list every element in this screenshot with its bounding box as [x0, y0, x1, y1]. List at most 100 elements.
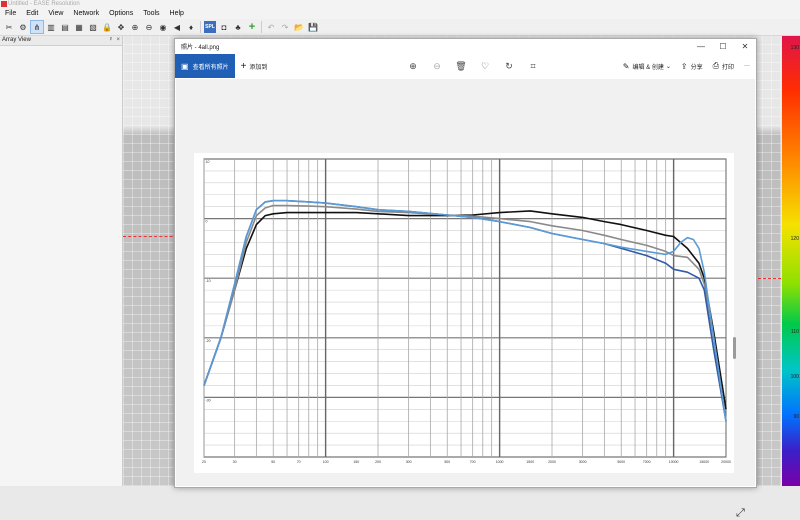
photo-content-area: 20 30 50 70 100 150 200 300 500 700 1000 1500 2000 30… [176, 79, 755, 519]
menu-bar: File Edit View Network Options Tools Hel… [0, 9, 800, 19]
menu-edit[interactable]: Edit [21, 9, 43, 19]
array-view-icon[interactable]: ⋔ [30, 20, 44, 34]
x-tick-label: 1500 [526, 460, 534, 464]
x-tick-label: 15000 [699, 460, 709, 464]
move-icon[interactable]: ✥ [115, 21, 127, 33]
toolbar-divider [261, 21, 262, 33]
add-to-label: 添加到 [249, 64, 268, 71]
close-button[interactable]: ✕ [734, 39, 756, 54]
x-tick-label: 500 [444, 460, 450, 464]
frequency-response-image: 20 30 50 70 100 150 200 300 500 700 1000 1500 2000 30… [194, 153, 734, 473]
y-tick-label: 10 [206, 160, 210, 164]
more-button[interactable]: ··· [744, 63, 750, 69]
x-tick-label: 2000 [548, 460, 556, 464]
zoom-in-icon[interactable]: ⊕ [129, 21, 141, 33]
edit-icon: ✎ [622, 61, 630, 71]
window-controls: — ☐ ✕ [690, 39, 756, 54]
speaker-icon[interactable]: ◀ [171, 21, 183, 33]
menu-help[interactable]: Help [165, 9, 189, 19]
x-tick-label: 700 [470, 460, 476, 464]
scrollbar-thumb[interactable] [733, 337, 736, 359]
delete-icon[interactable]: 🗑 [449, 61, 473, 72]
save-icon[interactable]: 💾 [307, 21, 319, 33]
speakers-icon[interactable]: ♣ [232, 21, 244, 33]
zoom-out-icon[interactable]: ⊖ [143, 21, 155, 33]
undo-icon[interactable]: ↶ [265, 21, 277, 33]
redo-icon[interactable]: ↷ [279, 21, 291, 33]
share-label: 分享 [690, 64, 703, 71]
see-all-photos-button[interactable]: ▣ 查看所有照片 [175, 54, 235, 78]
x-tick-label: 10000 [669, 460, 679, 464]
array-view-header: Array View ᵖ × [0, 36, 122, 46]
arrange-icon[interactable]: ⚙ [17, 21, 29, 33]
add-to-button[interactable]: + 添加到 [241, 61, 268, 72]
photos-right-tools: ✎ 编辑 & 创建 ⌄ ⇪ 分享 ⎙ 打印 ··· [613, 54, 750, 78]
x-tick-label: 200 [375, 460, 381, 464]
close-icon[interactable]: × [116, 36, 120, 45]
x-tick-label: 5000 [617, 460, 625, 464]
expand-icon[interactable]: ⤢ [736, 507, 745, 520]
minimize-button[interactable]: — [690, 39, 712, 54]
menu-view[interactable]: View [43, 9, 68, 19]
photos-toolbar: ▣ 查看所有照片 + 添加到 ⊕ ⊖ 🗑 ♡ ↻ ⌗ ✎ 编辑 & 创建 ⌄ ⇪… [175, 54, 756, 78]
maximize-button[interactable]: ☐ [712, 39, 734, 54]
chart-alt-icon[interactable]: ▤ [59, 21, 71, 33]
add-icon[interactable]: + [246, 21, 258, 33]
color-scale-label: 110 [791, 328, 799, 335]
main-toolbar: ✂ ⚙ ⋔ ▥ ▤ ▦ ▧ 🔒 ✥ ⊕ ⊖ ◉ ◀ ♦ SPL ◘ ♣ + ↶ … [0, 19, 800, 36]
edit-create-button[interactable]: ✎ 编辑 & 创建 ⌄ [623, 62, 671, 71]
menu-file[interactable]: File [0, 9, 21, 19]
x-tick-label: 30 [233, 460, 237, 464]
chevron-down-icon: ⌄ [665, 63, 671, 70]
see-all-photos-label: 查看所有照片 [192, 64, 229, 71]
print-button[interactable]: ⎙ 打印 [713, 61, 734, 71]
color-scale-label: 120 [790, 236, 799, 243]
microphone-icon[interactable]: ♦ [185, 21, 197, 33]
x-tick-label: 70 [297, 460, 301, 464]
heart-icon[interactable]: ♡ [473, 61, 497, 72]
frequency-response-chart: 20 30 50 70 100 150 200 300 500 700 1000 1500 2000 30… [202, 158, 731, 464]
toolbar-divider [200, 21, 201, 33]
x-tick-label: 3000 [579, 460, 587, 464]
x-tick-label: 1000 [496, 460, 504, 464]
menu-options[interactable]: Options [104, 9, 138, 19]
photos-tools: ⊕ ⊖ 🗑 ♡ ↻ ⌗ [401, 54, 545, 78]
photos-window: 照片 - 4all.png — ☐ ✕ ▣ 查看所有照片 + 添加到 ⊕ ⊖ 🗑… [174, 38, 757, 519]
y-tick-label: -20 [206, 339, 211, 343]
chart-bars-icon[interactable]: ▦ [73, 21, 85, 33]
app-logo-icon [1, 1, 7, 7]
open-file-icon[interactable]: 📂 [293, 21, 305, 33]
array-view-title: Array View [2, 37, 31, 43]
rotate-icon[interactable]: ↻ [497, 61, 521, 72]
color-scale-label: 90 [793, 414, 799, 420]
menu-network[interactable]: Network [68, 9, 104, 19]
tools-icon[interactable]: ✂ [3, 21, 15, 33]
crop-icon[interactable]: ⌗ [521, 61, 545, 72]
eye-icon[interactable]: ◉ [157, 21, 169, 33]
spl-alt-icon[interactable]: ◘ [218, 21, 230, 33]
photos-title: 照片 - 4all.png [181, 45, 220, 51]
plot-area [203, 158, 727, 458]
y-tick-label: 0 [206, 220, 208, 224]
print-icon: ⎙ [712, 61, 719, 70]
spl-icon[interactable]: SPL [204, 21, 216, 33]
pin-icon[interactable]: ᵖ [110, 36, 112, 45]
x-tick-label: 20000 [721, 460, 731, 464]
edit-create-label: 编辑 & 创建 [632, 64, 664, 71]
photos-title-bar: 照片 - 4all.png — ☐ ✕ [175, 39, 756, 54]
zoom-out-icon[interactable]: ⊖ [425, 61, 449, 72]
x-tick-label: 50 [271, 460, 275, 464]
chart-stack-icon[interactable]: ▧ [87, 21, 99, 33]
chart-icon[interactable]: ▥ [45, 21, 57, 33]
lock-icon[interactable]: 🔒 [101, 21, 113, 33]
share-button[interactable]: ⇪ 分享 [681, 62, 703, 71]
x-tick-label: 20 [202, 460, 206, 464]
menu-tools[interactable]: Tools [138, 9, 164, 19]
zoom-in-icon[interactable]: ⊕ [401, 61, 425, 72]
x-tick-label: 100 [323, 460, 329, 464]
print-label: 打印 [721, 64, 734, 71]
color-scale-label: 130 [790, 45, 799, 51]
share-icon: ⇪ [680, 61, 688, 71]
photo-icon: ▣ [181, 61, 189, 71]
app-title-bar: Untitled - EASE Resolution [0, 0, 800, 9]
